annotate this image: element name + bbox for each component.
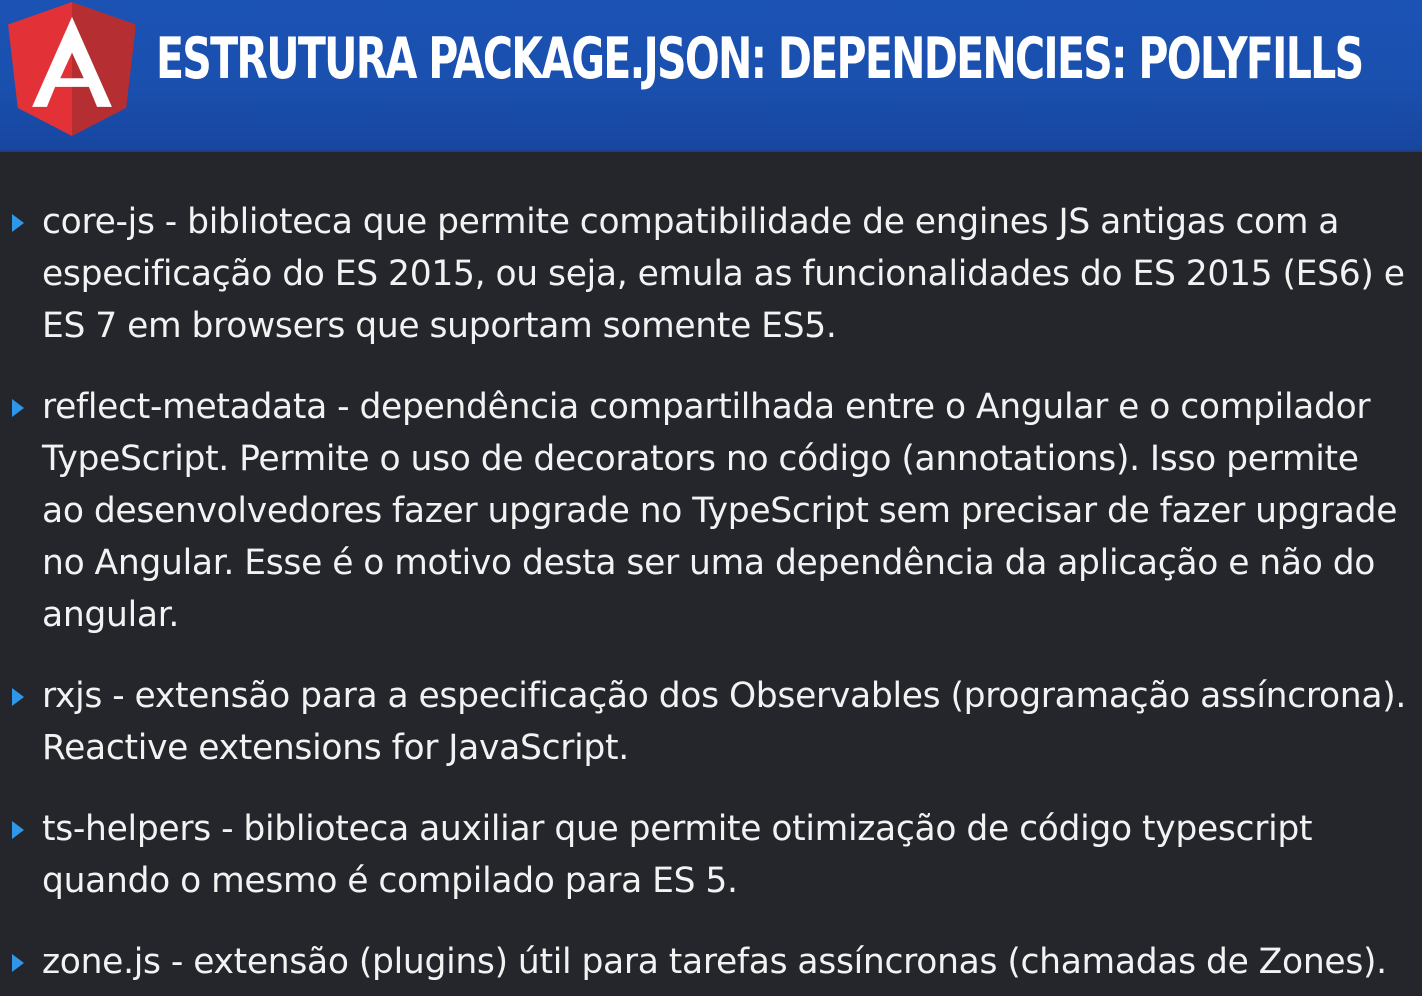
angular-logo-icon xyxy=(8,2,136,136)
list-item: zone.js - extensão (plugins) útil para t… xyxy=(0,936,1401,988)
bullet-triangle-icon xyxy=(12,954,24,972)
bullet-triangle-icon xyxy=(12,688,24,706)
bullet-triangle-icon xyxy=(12,821,24,839)
slide: ESTRUTURA PACKAGE.JSON: DEPENDENCIES: PO… xyxy=(0,0,1422,996)
list-item: rxjs - extensão para a especificação dos… xyxy=(0,670,1422,774)
list-item-text: ts-helpers - biblioteca auxiliar que per… xyxy=(42,809,1313,901)
bullet-triangle-icon xyxy=(12,214,24,232)
header-bar: ESTRUTURA PACKAGE.JSON: DEPENDENCIES: PO… xyxy=(0,0,1422,152)
list-item: core-js - biblioteca que permite compati… xyxy=(0,196,1422,352)
list-item: reflect-metadata - dependência compartil… xyxy=(0,381,1422,641)
list-item-text: reflect-metadata - dependência compartil… xyxy=(42,387,1398,635)
list-item-text: zone.js - extensão (plugins) útil para t… xyxy=(42,942,1387,982)
page-title-text: ESTRUTURA PACKAGE.JSON: DEPENDENCIES: PO… xyxy=(156,26,1364,92)
list-item-text: core-js - biblioteca que permite compati… xyxy=(42,202,1405,346)
page-title: ESTRUTURA PACKAGE.JSON: DEPENDENCIES: PO… xyxy=(156,14,1364,104)
list-item: ts-helpers - biblioteca auxiliar que per… xyxy=(0,803,1422,907)
list-item-text: rxjs - extensão para a especificação dos… xyxy=(42,676,1407,768)
bullet-triangle-icon xyxy=(12,399,24,417)
